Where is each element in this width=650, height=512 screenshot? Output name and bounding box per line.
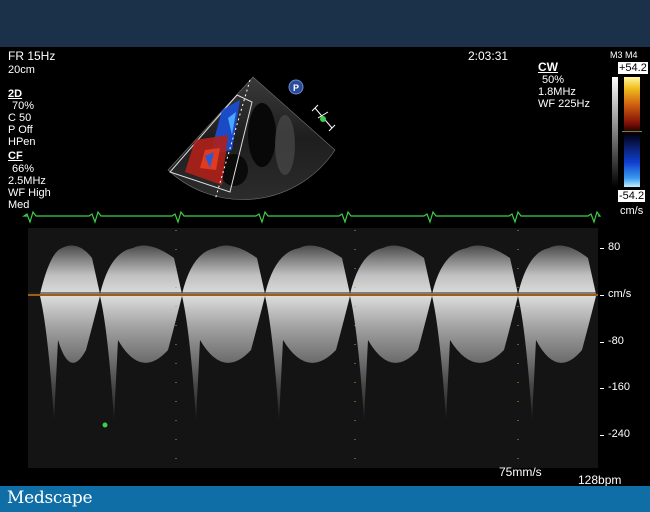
axis-tick xyxy=(600,295,604,296)
axis-tick-label: cm/s xyxy=(608,288,632,300)
probe-marker-label: P xyxy=(293,83,299,93)
ultrasound-display: P xyxy=(22,76,602,468)
axis-tick-label: -80 xyxy=(608,334,624,347)
axis-tick-label: 80 xyxy=(608,241,621,254)
axis-tick-label: -240 xyxy=(608,428,631,440)
heart-wall xyxy=(275,115,295,175)
heart-chamber xyxy=(248,103,276,167)
sweep-speed: 75mm/s xyxy=(499,465,542,479)
axis-tick xyxy=(600,435,604,436)
footer-banner xyxy=(0,486,650,512)
spectral-doppler-trace xyxy=(28,228,598,468)
axis-tick xyxy=(600,388,604,390)
orientation-dot xyxy=(320,116,326,122)
ecg-trace xyxy=(22,210,602,224)
brand-logo: Medscape xyxy=(7,488,93,508)
axis-tick-label: -160 xyxy=(608,381,631,394)
axis-tick xyxy=(600,341,604,343)
axis-tick xyxy=(600,248,604,250)
measurement-cursor xyxy=(102,422,108,428)
